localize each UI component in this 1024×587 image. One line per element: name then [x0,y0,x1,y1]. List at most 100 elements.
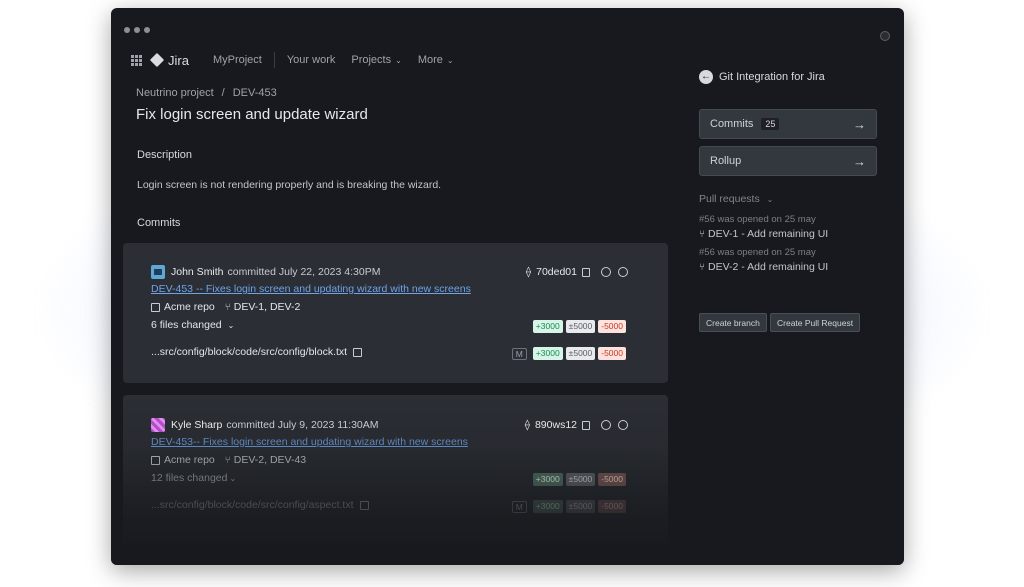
files-changed-toggle[interactable]: 12 files changed ⌄ [151,472,236,484]
commits-count-badge: 25 [761,118,780,130]
commit-hash-group: ⟠ 890ws12 [525,419,628,431]
issue-title: Fix login screen and update wizard [136,106,368,123]
commit-icon: ⟠ [525,266,532,278]
pull-request-icon: ⑂ [699,262,705,273]
repo-icon [151,302,160,312]
deleted-badge: -5000 [598,347,626,360]
rollup-button[interactable]: Rollup → [699,146,877,176]
app-switcher-icon[interactable] [131,54,142,66]
deleted-badge: -5000 [598,473,626,486]
breadcrumb: Neutrino project / DEV-453 [136,87,277,99]
commit-repo-row: Acme repo ⑂ DEV-2, DEV-43 [151,454,306,466]
app-window: Jira MyProject Your work Projects ⌄ More ⌄… [111,8,904,565]
commit-message-row: DEV-453-- Fixes login screen and updatin… [151,436,468,448]
pull-request-icon: ⑂ [699,229,705,240]
browse-icon[interactable] [601,420,611,430]
pull-requests-toggle[interactable]: Pull requests ⌄ [699,193,773,205]
added-badge: +3000 [532,473,563,486]
commit-repo-row: Acme repo ⑂ DEV-1, DEV-2 [151,301,300,313]
external-link-icon[interactable] [353,347,363,357]
commits-button[interactable]: Commits 25 → [699,109,877,139]
git-integration-header: ← Git Integration for Jira [699,70,825,84]
info-icon[interactable] [618,420,628,430]
nav-your-work[interactable]: Your work [287,54,336,66]
copy-icon[interactable] [582,420,590,430]
browse-icon[interactable] [601,267,611,277]
back-arrow-icon[interactable]: ← [699,70,713,84]
commit-hash[interactable]: 70ded01 [536,266,577,278]
commit-header: John Smith committed July 22, 2023 4:30P… [151,265,380,279]
commit-card: John Smith committed July 22, 2023 4:30P… [123,243,668,383]
breadcrumb-issue[interactable]: DEV-453 [233,87,277,99]
create-pull-request-button[interactable]: Create Pull Request [770,313,861,332]
commit-author[interactable]: Kyle Sharp [171,419,222,431]
commit-author[interactable]: John Smith [171,266,224,278]
pr-item[interactable]: ⑂ DEV-2 - Add remaining UI [699,261,828,273]
nav-myproject[interactable]: MyProject [213,54,262,66]
window-controls [124,27,150,33]
info-icon[interactable] [618,267,628,277]
copy-icon[interactable] [582,267,590,277]
modified-badge: ±5000 [565,347,596,360]
chevron-down-icon: ⌄ [229,473,237,483]
breadcrumb-project[interactable]: Neutrino project [136,87,214,99]
nav-projects[interactable]: Projects ⌄ [351,54,401,66]
repo-icon [151,455,160,465]
file-status-badge: M [511,347,527,360]
modified-badge: ±5000 [565,500,596,513]
commit-icon: ⟠ [524,419,530,431]
camera-indicator-icon [880,31,890,41]
chevron-down-icon: ⌄ [766,195,774,204]
chevron-down-icon: ⌄ [446,55,454,65]
chevron-down-icon: ⌄ [227,320,235,330]
repo-name[interactable]: Acme repo [164,454,215,466]
commit-message-link[interactable]: DEV-453 -- Fixes login screen and updati… [151,283,471,295]
file-path[interactable]: ...src/config/block/code/src/config/bloc… [151,346,347,358]
pr-opened-text: #56 was opened on 25 may [699,247,816,258]
chevron-down-icon: ⌄ [395,55,402,65]
file-path[interactable]: ...src/config/block/code/src/config/aspe… [151,499,354,511]
avatar [151,265,165,279]
arrow-right-icon: → [853,153,866,169]
repo-name[interactable]: Acme repo [164,301,215,313]
jira-diamond-icon [149,52,165,68]
branch-icon: ⑂ [224,301,231,313]
rollup-button-label: Rollup [710,155,742,167]
create-branch-button[interactable]: Create branch [699,313,767,332]
branch-icon: ⑂ [224,454,231,466]
file-status-badge: M [511,500,527,513]
nav-divider [273,52,275,68]
description-text: Login screen is not rendering properly a… [137,179,442,191]
added-badge: +3000 [532,500,563,513]
breadcrumb-separator: / [221,87,225,99]
commit-card: Kyle Sharp committed July 9, 2023 11:30A… [123,395,668,545]
commit-hash-group: ⟠ 70ded01 [526,266,628,278]
pr-item[interactable]: ⑂ DEV-1 - Add remaining UI [699,228,828,240]
change-summary: +3000 ±5000 -5000 [532,320,626,333]
commits-button-label: Commits [710,118,754,130]
panel-title: Git Integration for Jira [719,71,825,83]
branch-names: DEV-2, DEV-43 [233,454,307,466]
external-link-icon[interactable] [359,500,369,510]
files-changed-label: 12 files changed [151,472,228,484]
commit-message-link[interactable]: DEV-453-- Fixes login screen and updatin… [151,436,468,448]
arrow-right-icon: → [853,116,866,132]
commit-message-row: DEV-453 -- Fixes login screen and updati… [151,283,471,295]
commits-heading: Commits [137,217,181,229]
branch-names: DEV-1, DEV-2 [233,301,301,313]
added-badge: +3000 [532,320,563,333]
file-row: ...src/config/block/code/src/config/aspe… [151,499,369,511]
files-changed-label: 6 files changed [151,319,222,331]
change-summary: +3000 ±5000 -5000 [532,473,626,486]
file-change-badges: M +3000 ±5000 -5000 [511,347,626,360]
jira-logo[interactable]: Jira [149,52,189,68]
file-change-badges: M +3000 ±5000 -5000 [511,500,626,513]
commit-date: committed July 22, 2023 4:30PM [227,266,381,278]
files-changed-toggle[interactable]: 6 files changed ⌄ [151,319,234,331]
commit-date: committed July 9, 2023 11:30AM [226,419,379,431]
description-heading: Description [137,149,193,161]
avatar [151,418,165,432]
commit-hash[interactable]: 890ws12 [535,419,577,431]
nav-more[interactable]: More ⌄ [418,54,454,66]
deleted-badge: -5000 [598,320,626,333]
